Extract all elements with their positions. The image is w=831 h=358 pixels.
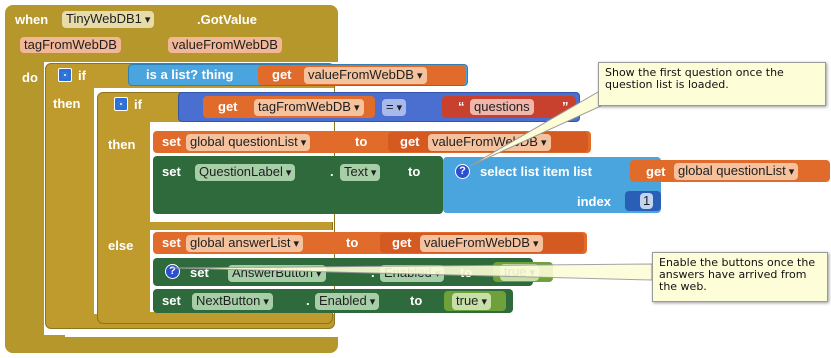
get-label-3: get [646, 164, 666, 179]
var-dropdown-global-answerlist[interactable]: global answerList [186, 235, 304, 252]
outer-then-label: then [53, 96, 81, 111]
set-label-5: set [162, 293, 181, 308]
event-block-bottom-bar [5, 335, 65, 353]
var-dropdown-global-questionlist[interactable]: global questionList [186, 134, 311, 151]
comment-bubble-1[interactable]: Show the first question once the questio… [598, 62, 826, 106]
to-label-1: to [355, 134, 368, 149]
param-valuefromwebdb[interactable]: valueFromWebDB [168, 37, 282, 53]
property-dropdown-text[interactable]: Text [340, 164, 381, 181]
index-label: index [577, 194, 611, 209]
select-list-item-label: select list item list [480, 164, 592, 179]
var-dropdown-valuefromwebdb-1[interactable]: valueFromWebDB [304, 67, 427, 84]
component-dropdown-nextbutton[interactable]: NextButton [192, 293, 273, 310]
get-label-1: get [272, 67, 292, 82]
when-label: when [15, 12, 49, 27]
text-questions-value[interactable]: questions [470, 99, 534, 115]
to-label-2: to [408, 164, 421, 179]
inner-if-label: if [134, 97, 142, 112]
component-dropdown-tinywebdb1[interactable]: TinyWebDB1 [62, 11, 155, 28]
var-dropdown-global-questionlist-2[interactable]: global questionList [674, 163, 799, 180]
inner-else-label: else [108, 238, 134, 253]
inner-then-label: then [108, 137, 136, 152]
set-label-3: set [162, 235, 181, 250]
property-dropdown-enabled[interactable]: Enabled [380, 265, 445, 282]
to-label-4: to [460, 265, 473, 280]
to-label-5: to [410, 293, 423, 308]
set-answerbutton-enabled-block[interactable] [153, 258, 533, 286]
do-label: do [22, 70, 38, 85]
dot-label: . [330, 164, 334, 179]
get-label-tag: get [218, 99, 238, 114]
comment-1-text: Show the first question once the questio… [605, 66, 784, 91]
event-name-label: .GotValue [197, 12, 257, 27]
comment-2-text: Enable the buttons once the answers have… [659, 256, 816, 293]
operator-dropdown-equals[interactable]: = [382, 99, 407, 116]
quote-close: ” [562, 99, 569, 114]
quote-open: “ [458, 99, 465, 114]
mutator-gear-icon[interactable] [114, 97, 128, 111]
set-label-4: set [190, 265, 209, 280]
is-a-list-label: is a list? thing [146, 67, 234, 82]
outer-if-label: if [78, 68, 86, 83]
to-label-3: to [346, 235, 359, 250]
help-icon[interactable]: ? [165, 264, 180, 279]
dot-label-3: . [306, 293, 310, 308]
var-dropdown-tagfromwebdb[interactable]: tagFromWebDB [254, 99, 364, 116]
var-dropdown-valuefromwebdb-2[interactable]: valueFromWebDB [428, 134, 551, 151]
get-label-4: get [392, 235, 412, 250]
set-label-1: set [162, 134, 181, 149]
mutator-gear-icon[interactable] [58, 68, 72, 82]
set-label-2: set [162, 164, 181, 179]
get-label-2: get [400, 134, 420, 149]
index-value[interactable]: 1 [640, 193, 654, 209]
logic-true-dropdown-1[interactable]: true [500, 264, 539, 281]
component-dropdown-questionlabel[interactable]: QuestionLabel [195, 164, 296, 181]
logic-true-dropdown-2[interactable]: true [452, 293, 491, 310]
help-icon[interactable]: ? [455, 164, 470, 179]
comment-bubble-2[interactable]: Enable the buttons once the answers have… [652, 252, 828, 302]
var-dropdown-valuefromwebdb-3[interactable]: valueFromWebDB [420, 235, 543, 252]
component-dropdown-answerbutton[interactable]: AnswerButton [228, 265, 326, 282]
property-dropdown-enabled-2[interactable]: Enabled [315, 293, 380, 310]
dot-label-2: . [371, 265, 375, 280]
param-tagfromwebdb[interactable]: tagFromWebDB [20, 37, 121, 53]
